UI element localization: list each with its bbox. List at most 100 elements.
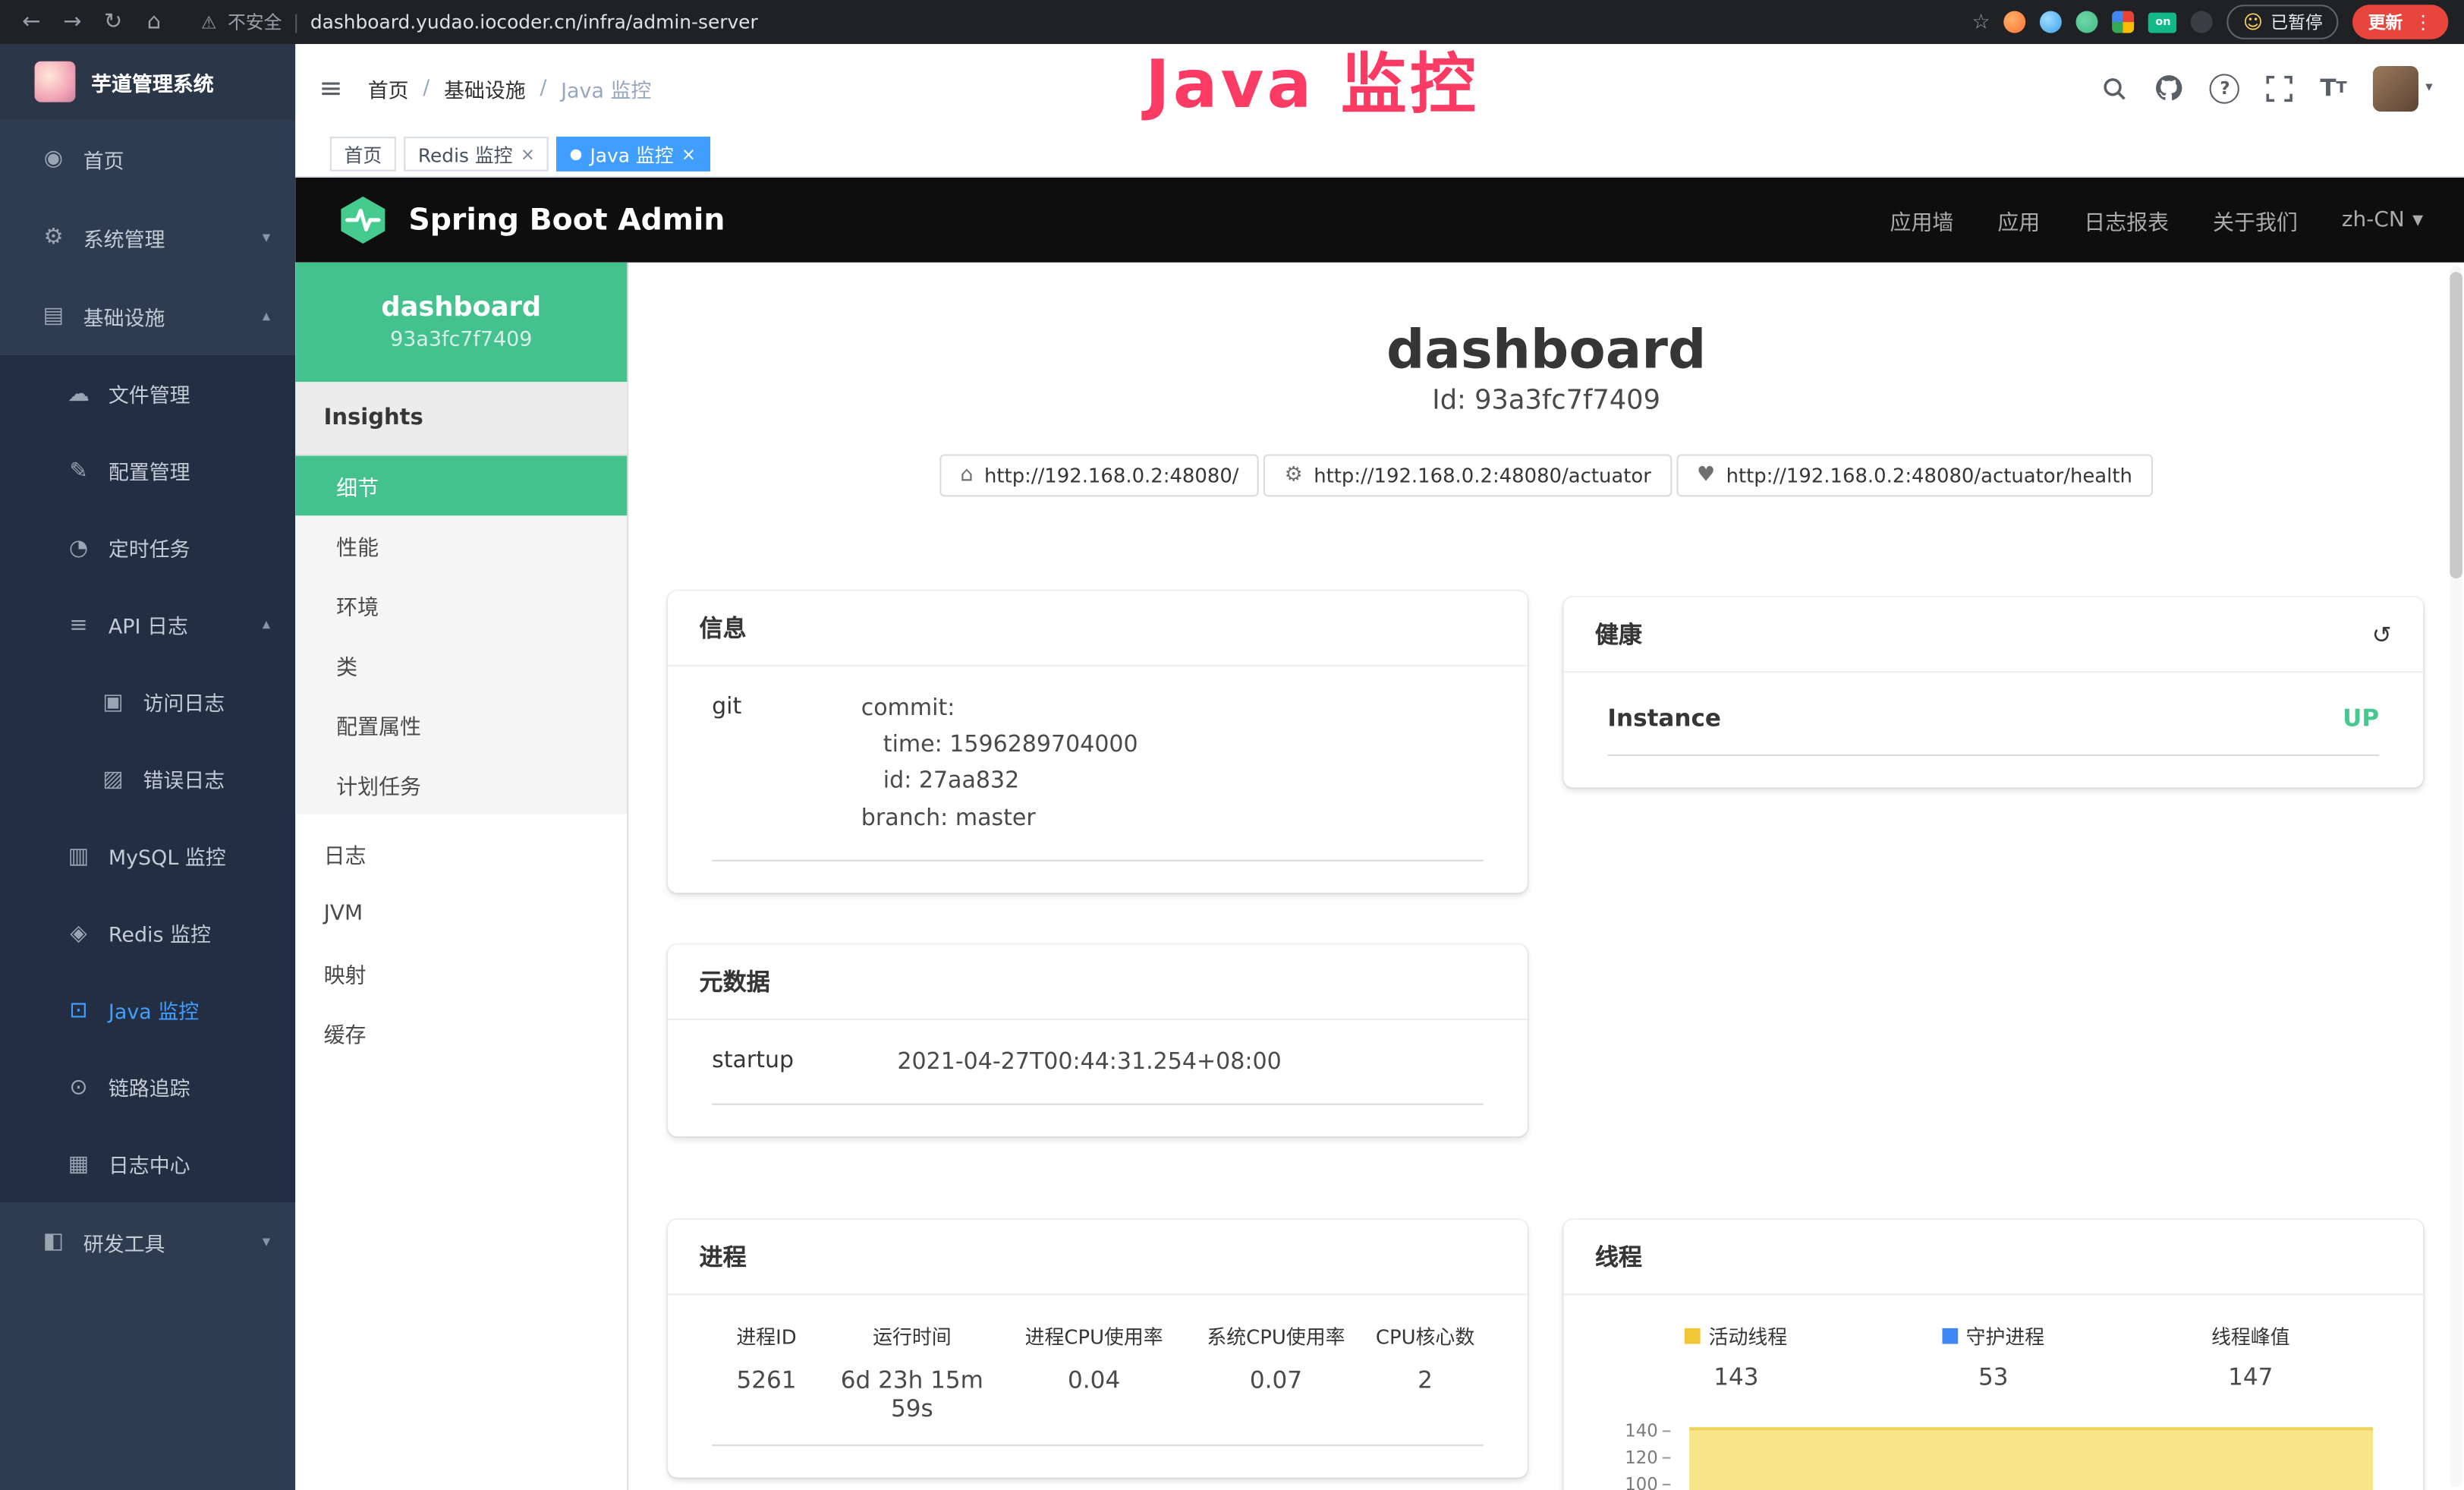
locale-selector[interactable]: zh-CN ▾ xyxy=(2342,207,2423,232)
actuator-url-button[interactable]: ⚙ http://192.168.0.2:48080/actuator xyxy=(1264,454,1672,496)
sba-item-classes[interactable]: 类 xyxy=(295,635,627,695)
history-icon[interactable]: ↺ xyxy=(2372,620,2392,648)
bookmark-star-icon[interactable]: ☆ xyxy=(1972,10,1990,33)
scrollbar-thumb[interactable] xyxy=(2450,272,2462,578)
chevron-down-icon: ▾ xyxy=(2425,80,2432,96)
sidebar-item-label: 文件管理 xyxy=(109,379,190,408)
sba-item-logs[interactable]: 日志 xyxy=(295,824,627,884)
infrastructure-submenu: ☁ 文件管理 ✎ 配置管理 ◔ 定时任务 ≡ API 日志 ▴ ▣ xyxy=(0,355,295,1202)
sidebar-item-infrastructure[interactable]: ▤ 基础设施 ▴ xyxy=(0,276,295,355)
sba-item-caches[interactable]: 缓存 xyxy=(295,1003,627,1063)
cloud-file-icon: ☁ xyxy=(63,381,94,406)
active-threads-area xyxy=(1689,1427,2373,1490)
sba-item-mappings[interactable]: 映射 xyxy=(295,943,627,1003)
chrome-update-button[interactable]: 更新 ⋮ xyxy=(2352,5,2448,39)
daemon-threads-swatch xyxy=(1943,1328,1959,1344)
legend-label: 活动线程 xyxy=(1709,1320,1788,1350)
security-label[interactable]: 不安全 xyxy=(228,9,282,34)
app-title: 芋道管理系统 xyxy=(91,67,214,96)
search-icon[interactable] xyxy=(2102,74,2129,101)
infrastructure-icon: ▤ xyxy=(38,304,69,329)
sidebar-item-config-manage[interactable]: ✎ 配置管理 xyxy=(0,432,295,509)
browser-forward-icon[interactable]: → xyxy=(57,9,88,34)
health-url-label: http://192.168.0.2:48080/actuator/health xyxy=(1726,464,2132,487)
browser-toolbar: ← → ↻ ⌂ ⚠ 不安全 | dashboard.yudao.iocoder.… xyxy=(0,0,2464,44)
kebab-menu-icon[interactable]: ⋮ xyxy=(2414,11,2433,33)
service-url-button[interactable]: ⌂ http://192.168.0.2:48080/ xyxy=(939,454,1259,496)
breadcrumb-item[interactable]: 基础设施 xyxy=(444,73,526,102)
sidebar-item-home[interactable]: ◉ 首页 xyxy=(0,119,295,198)
avatar[interactable]: ▾ xyxy=(2374,65,2433,111)
sba-nav-wallboard[interactable]: 应用墙 xyxy=(1890,204,1953,235)
sba-nav-applications[interactable]: 应用 xyxy=(1997,204,2040,235)
extension-icon[interactable] xyxy=(2113,11,2135,33)
sba-item-environment[interactable]: 环境 xyxy=(295,575,627,635)
instance-header[interactable]: dashboard 93a3fc7f7409 xyxy=(295,263,627,382)
sba-item-details[interactable]: 细节 xyxy=(295,456,627,516)
sba-brand[interactable]: Spring Boot Admin xyxy=(336,194,725,247)
close-icon[interactable]: × xyxy=(681,143,696,164)
tag-label: 首页 xyxy=(345,140,382,167)
browser-back-icon[interactable]: ← xyxy=(16,9,47,34)
app-root: 芋道管理系统 ◉ 首页 ⚙ 系统管理 ▾ ▤ 基础设施 ▴ ☁ 文件管理 xyxy=(0,44,2464,1490)
app-logo[interactable]: 芋道管理系统 xyxy=(0,44,295,119)
tag-home[interactable]: 首页 xyxy=(330,137,396,172)
vue-devtools-extension-icon[interactable] xyxy=(2077,11,2099,33)
extension-icon[interactable] xyxy=(2192,11,2214,33)
tag-redis-monitor[interactable]: Redis 监控 × xyxy=(404,137,549,172)
sba-nav-journal[interactable]: 日志报表 xyxy=(2084,204,2169,235)
browser-home-icon[interactable]: ⌂ xyxy=(138,9,169,34)
process-col-header: 系统CPU使用率 xyxy=(1185,1320,1367,1350)
sba-nav-about[interactable]: 关于我们 xyxy=(2213,204,2298,235)
tag-java-monitor[interactable]: Java 监控 × xyxy=(557,137,710,172)
sidebar-item-label: Redis 监控 xyxy=(109,918,211,947)
address-bar[interactable]: ⚠ 不安全 | dashboard.yudao.iocoder.cn/infra… xyxy=(201,9,758,34)
info-value: commit: time: 1596289704000 id: 27aa832 … xyxy=(861,691,1138,837)
sidebar-fold-icon[interactable]: ≡ xyxy=(319,71,342,104)
process-value: 2 xyxy=(1367,1366,1483,1394)
sidebar-item-mysql-monitor[interactable]: ▥ MySQL 监控 xyxy=(0,817,295,894)
sidebar-item-java-monitor[interactable]: ⊡ Java 监控 xyxy=(0,972,295,1048)
extension-icon[interactable] xyxy=(2041,11,2063,33)
breadcrumb-separator: / xyxy=(540,76,546,99)
sidebar-item-log-center[interactable]: ▦ 日志中心 xyxy=(0,1126,295,1202)
proxy-on-extension-icon[interactable]: on xyxy=(2149,12,2177,33)
sba-nav-links: 应用墙 应用 日志报表 关于我们 zh-CN ▾ xyxy=(1890,204,2423,235)
sidebar-item-api-logs[interactable]: ≡ API 日志 ▴ xyxy=(0,586,295,663)
dashboard-icon: ◉ xyxy=(38,146,69,172)
sidebar-item-redis-monitor[interactable]: ◈ Redis 监控 xyxy=(0,894,295,971)
health-instance-label: Instance xyxy=(1607,704,1721,732)
sidebar-item-scheduled-jobs[interactable]: ◔ 定时任务 xyxy=(0,509,295,586)
close-icon[interactable]: × xyxy=(521,143,535,164)
help-icon[interactable]: ? xyxy=(2210,73,2239,102)
health-url-button[interactable]: ♥ http://192.168.0.2:48080/actuator/heal… xyxy=(1676,454,2153,496)
status-badge: UP xyxy=(2343,704,2379,732)
breadcrumb-item[interactable]: 首页 xyxy=(368,73,409,102)
sidebar-item-tracing[interactable]: ⊙ 链路追踪 xyxy=(0,1048,295,1125)
sba-item-metrics[interactable]: 性能 xyxy=(295,515,627,575)
app-sidebar: 芋道管理系统 ◉ 首页 ⚙ 系统管理 ▾ ▤ 基础设施 ▴ ☁ 文件管理 xyxy=(0,44,295,1490)
sba-item-jvm[interactable]: JVM xyxy=(295,884,627,943)
extension-icon[interactable] xyxy=(2004,11,2026,33)
instance-title: dashboard xyxy=(628,319,2464,382)
insights-group-list: 细节 性能 环境 类 配置属性 计划任务 xyxy=(295,456,627,814)
profile-paused-chip[interactable]: ☺ 已暂停 xyxy=(2227,5,2338,39)
health-instance-row[interactable]: Instance UP xyxy=(1607,698,2379,756)
sba-item-scheduled-tasks[interactable]: 计划任务 xyxy=(295,754,627,814)
sidebar-item-error-log[interactable]: ▨ 错误日志 xyxy=(0,740,295,817)
browser-reload-icon[interactable]: ↻ xyxy=(97,9,128,34)
font-size-icon[interactable]: TT xyxy=(2320,74,2346,102)
fullscreen-icon[interactable] xyxy=(2267,74,2293,101)
sidebar-item-system[interactable]: ⚙ 系统管理 ▾ xyxy=(0,198,295,277)
tag-label: Redis 监控 xyxy=(418,140,513,167)
chevron-down-icon: ▾ xyxy=(2412,207,2423,232)
sidebar-item-access-log[interactable]: ▣ 访问日志 xyxy=(0,663,295,740)
chevron-down-icon: ▾ xyxy=(263,1233,270,1251)
instance-id: 93a3fc7f7409 xyxy=(390,329,532,352)
sba-item-config-props[interactable]: 配置属性 xyxy=(295,695,627,754)
sidebar-item-file-manage[interactable]: ☁ 文件管理 xyxy=(0,355,295,432)
url-text[interactable]: dashboard.yudao.iocoder.cn/infra/admin-s… xyxy=(310,11,758,33)
chevron-down-icon: ▾ xyxy=(263,228,270,246)
sidebar-item-dev-tools[interactable]: ◧ 研发工具 ▾ xyxy=(0,1202,295,1281)
github-icon[interactable] xyxy=(2155,74,2183,102)
